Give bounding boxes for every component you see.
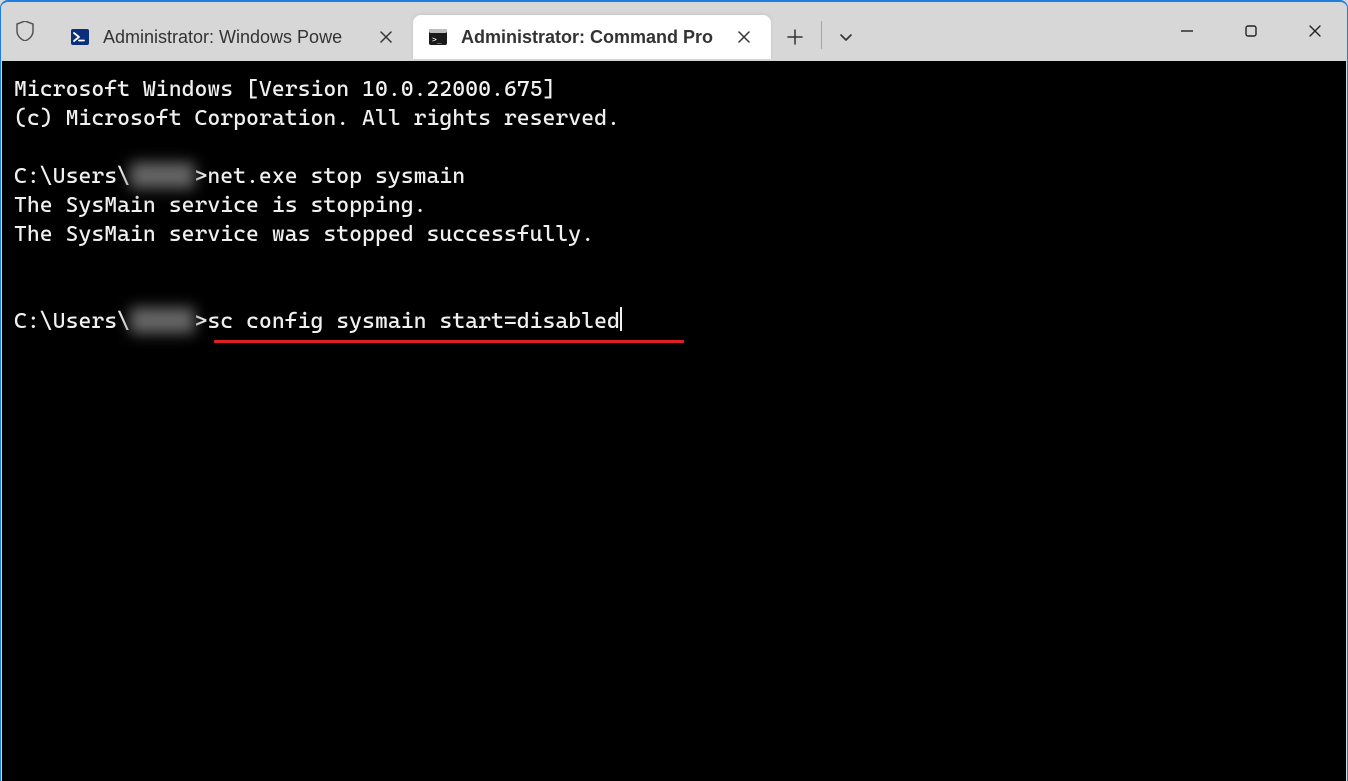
titlebar[interactable]: Administrator: Windows Powe >_ Administr…	[1, 2, 1347, 59]
output-1-line-1: The SysMain service is stopping.	[14, 193, 427, 218]
close-icon	[1308, 24, 1322, 38]
prompt-gt: >	[194, 309, 207, 334]
maximize-button[interactable]	[1219, 2, 1283, 59]
cmd-1: net.exe stop sysmain	[207, 164, 465, 189]
powershell-icon	[69, 26, 91, 48]
tab-cmd[interactable]: >_ Administrator: Command Pro	[413, 15, 771, 59]
output-1-line-2: The SysMain service was stopped successf…	[14, 222, 594, 247]
cmd-2: sc config sysmain start=disabled	[207, 309, 620, 334]
cmd-icon: >_	[427, 26, 449, 48]
window-controls	[1155, 2, 1347, 59]
tab-divider	[821, 21, 822, 49]
tab-label: Administrator: Windows Powe	[103, 27, 373, 48]
minimize-icon	[1180, 24, 1194, 38]
close-icon	[738, 31, 750, 43]
chevron-down-icon	[839, 30, 853, 44]
tab-close-button[interactable]	[373, 24, 399, 50]
tab-label: Administrator: Command Pro	[461, 27, 731, 48]
new-tab-button[interactable]	[771, 15, 819, 59]
plus-icon	[787, 29, 803, 45]
svg-text:>_: >_	[432, 35, 442, 44]
tab-powershell[interactable]: Administrator: Windows Powe	[55, 15, 413, 59]
uac-shield-icon	[9, 2, 41, 59]
prompt-user-masked: █████	[130, 162, 194, 191]
terminal-window: Administrator: Windows Powe >_ Administr…	[0, 0, 1348, 781]
maximize-icon	[1244, 24, 1258, 38]
text-cursor	[620, 307, 622, 331]
highlight-underline	[214, 340, 684, 343]
terminal-output[interactable]: Microsoft Windows [Version 10.0.22000.67…	[2, 61, 1346, 781]
tab-close-button[interactable]	[731, 24, 757, 50]
prompt-prefix: C:\Users\	[14, 309, 130, 334]
prompt-gt: >	[194, 164, 207, 189]
prompt-prefix: C:\Users\	[14, 164, 130, 189]
banner-line-1: Microsoft Windows [Version 10.0.22000.67…	[14, 77, 555, 102]
close-icon	[380, 31, 392, 43]
prompt-user-masked: █████	[130, 307, 194, 336]
tab-strip: Administrator: Windows Powe >_ Administr…	[55, 2, 868, 59]
close-window-button[interactable]	[1283, 2, 1347, 59]
new-tab-dropdown[interactable]	[824, 15, 868, 59]
banner-line-2: (c) Microsoft Corporation. All rights re…	[14, 106, 620, 131]
minimize-button[interactable]	[1155, 2, 1219, 59]
